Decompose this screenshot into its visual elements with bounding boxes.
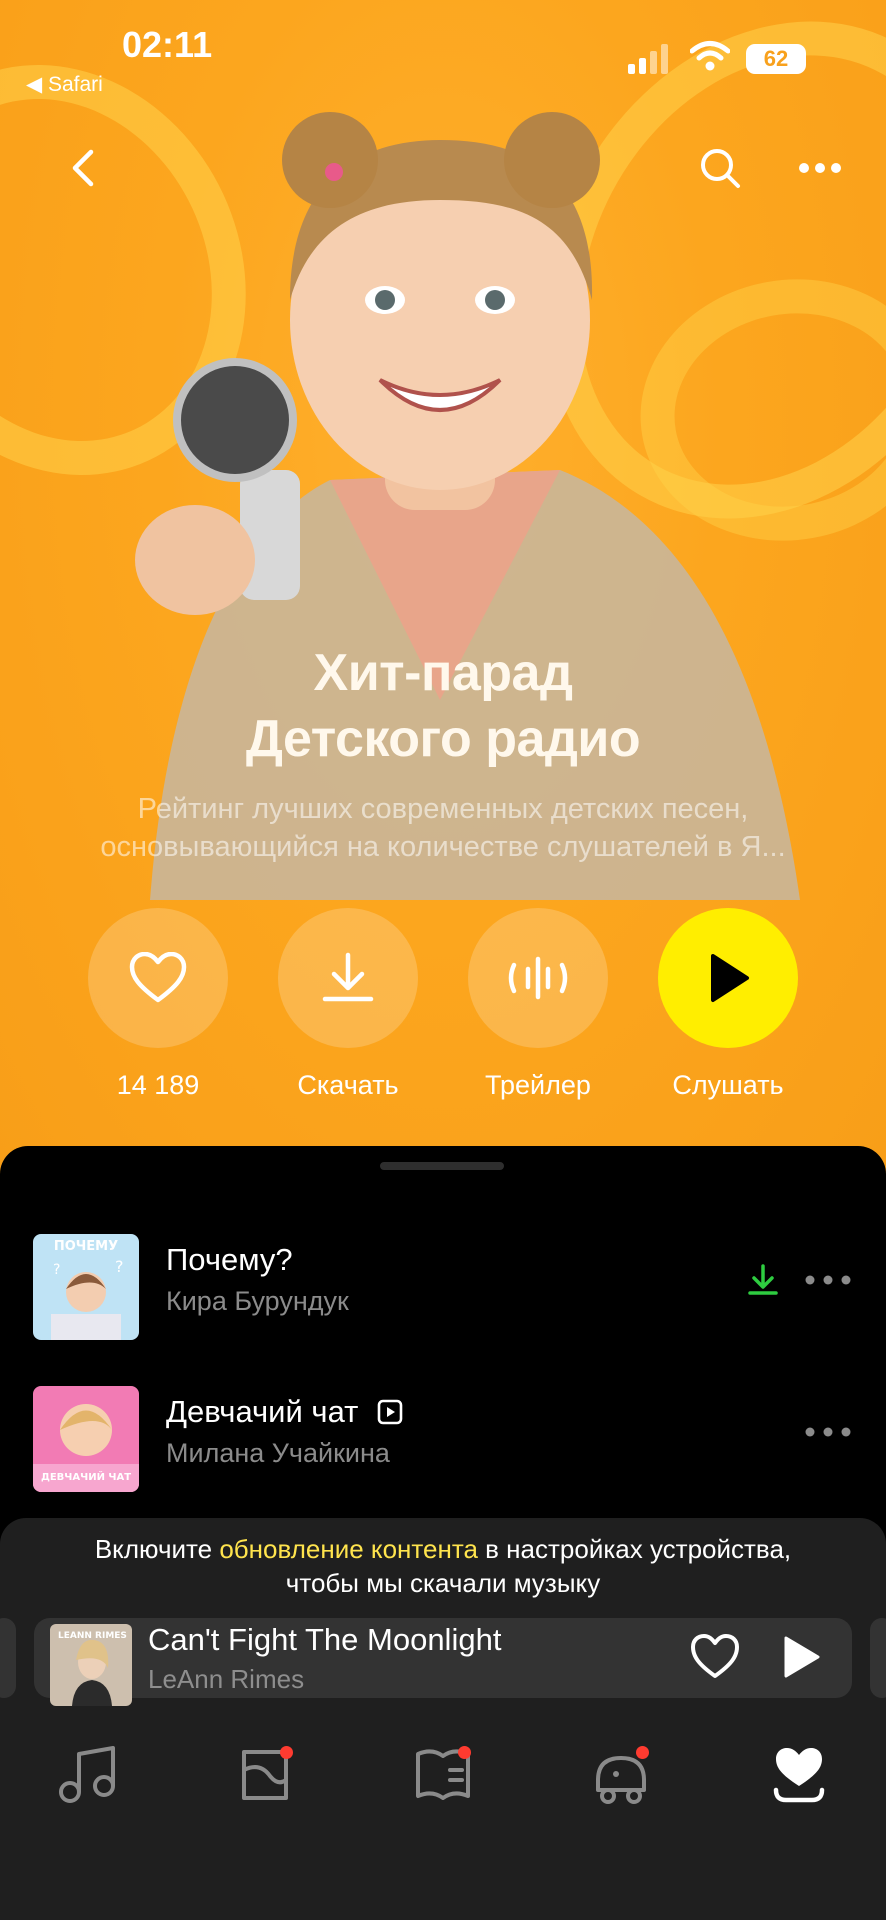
notification-badge [636, 1746, 649, 1759]
cellular-signal-icon [628, 44, 668, 74]
back-button[interactable] [52, 138, 112, 198]
description-line: основывающийся на количестве слушателей … [100, 831, 786, 863]
previous-track-peek[interactable] [0, 1618, 16, 1698]
track-cover: ПОЧЕМУ ? ? [33, 1234, 139, 1340]
track-more-icon[interactable] [804, 1422, 852, 1442]
back-to-safari-link[interactable]: ◀ Safari [26, 72, 103, 97]
description-line: Рейтинг лучших современных детских песен… [137, 793, 749, 825]
notice-text-part: в настройках устройства, [477, 1534, 792, 1564]
svg-text:?: ? [53, 1262, 60, 1278]
search-button[interactable] [690, 138, 750, 198]
track-row[interactable]: ДЕВЧАЧИЙ ЧАТ Девчачий чат Милана Учайкин… [0, 1386, 886, 1496]
playlist-title-line: Хит-парад [313, 644, 573, 702]
sheet-grabber[interactable] [380, 1162, 504, 1170]
next-track-peek[interactable] [870, 1618, 886, 1698]
like-button[interactable]: 14 189 [88, 908, 228, 1101]
notification-badge [280, 1746, 293, 1759]
track-cover: ДЕВЧАЧИЙ ЧАТ [33, 1386, 139, 1492]
tab-kids[interactable] [586, 1740, 656, 1810]
cover-text: ПОЧЕМУ [54, 1239, 118, 1254]
video-clip-icon [377, 1399, 403, 1425]
battery-indicator: 62 [746, 44, 806, 74]
playlist-title: Хит-парад Детского радио [0, 640, 886, 772]
play-icon [711, 954, 749, 1002]
track-artist[interactable]: Милана Учайкина [166, 1438, 390, 1469]
downloaded-icon [748, 1264, 778, 1295]
download-circle[interactable] [278, 908, 418, 1048]
more-dots-icon [799, 163, 841, 173]
search-icon [701, 149, 740, 188]
content-update-notice: Включите обновление контента в настройка… [0, 1518, 886, 1920]
download-button[interactable]: Скачать [278, 908, 418, 1101]
track-cover-art: ДЕВЧАЧИЙ ЧАТ [33, 1386, 139, 1492]
heart-icon [129, 952, 187, 1003]
mini-player-cover-art: LEANN RIMES [50, 1624, 132, 1706]
download-label: Скачать [297, 1070, 399, 1100]
track-title: Почему? [166, 1242, 293, 1277]
playlist-description[interactable]: Рейтинг лучших современных детских песен… [40, 790, 846, 866]
mini-player-artist: LeAnn Rimes [148, 1664, 305, 1694]
playlist-header: 02:11 ◀ Safari 62 Хит-парад Детского рад… [0, 0, 886, 1200]
track-title: Девчачий чат [166, 1394, 403, 1430]
notice-text-line: чтобы мы скачали музыку [285, 1568, 601, 1598]
music-note-icon [59, 1746, 115, 1803]
bottom-tab-bar [0, 1740, 886, 1840]
mini-player-heart-icon[interactable] [690, 1632, 740, 1682]
collection-heart-icon [773, 1748, 825, 1803]
playlist-title-line: Детского радио [245, 710, 641, 768]
cover-text: LEANN RIMES [58, 1631, 127, 1641]
track-artist[interactable]: Кира Бурундук [166, 1286, 349, 1317]
track-title-text: Девчачий чат [166, 1394, 359, 1429]
likes-count: 14 189 [116, 1070, 200, 1100]
track-cover-art: ПОЧЕМУ ? ? [33, 1234, 139, 1340]
tab-music[interactable] [52, 1740, 122, 1810]
track-more-icon[interactable] [804, 1270, 852, 1290]
track-row[interactable]: ПОЧЕМУ ? ? Почему? Кира Бурундук [0, 1234, 886, 1344]
notice-text-part: Включите [94, 1534, 220, 1564]
notice-settings-link[interactable]: обновление контента [219, 1534, 478, 1564]
listen-label: Слушать [672, 1070, 784, 1100]
wifi-icon [690, 41, 730, 71]
download-icon [322, 952, 374, 1002]
svg-text:?: ? [115, 1257, 124, 1276]
waveform-icon [508, 956, 568, 1000]
mini-player-cover: LEANN RIMES [50, 1624, 132, 1706]
like-circle[interactable] [88, 908, 228, 1048]
more-options-button[interactable] [790, 138, 850, 198]
tab-collection[interactable] [764, 1740, 834, 1810]
mini-player[interactable]: LEANN RIMES Can't Fight The Moonlight Le… [34, 1618, 852, 1706]
trailer-circle[interactable] [468, 908, 608, 1048]
play-circle[interactable] [658, 908, 798, 1048]
trailer-button[interactable]: Трейлер [468, 908, 608, 1101]
status-time: 02:11 [122, 24, 213, 65]
mini-player-play-icon[interactable] [774, 1632, 824, 1682]
notice-text: Включите обновление контента в настройка… [30, 1532, 856, 1600]
listen-button[interactable]: Слушать [658, 908, 798, 1101]
mini-player-title: Can't Fight The Moonlight [148, 1622, 502, 1657]
chevron-left-icon [72, 149, 94, 187]
tab-books[interactable] [408, 1740, 478, 1810]
action-buttons-row: 14 189 Скачать Трейлер Слушать [0, 908, 886, 1108]
cover-text: ДЕВЧАЧИЙ ЧАТ [41, 1470, 131, 1483]
notification-badge [458, 1746, 471, 1759]
trailer-label: Трейлер [485, 1070, 591, 1100]
tab-map[interactable] [230, 1740, 300, 1810]
status-bar: 02:11 ◀ Safari 62 [0, 0, 886, 110]
